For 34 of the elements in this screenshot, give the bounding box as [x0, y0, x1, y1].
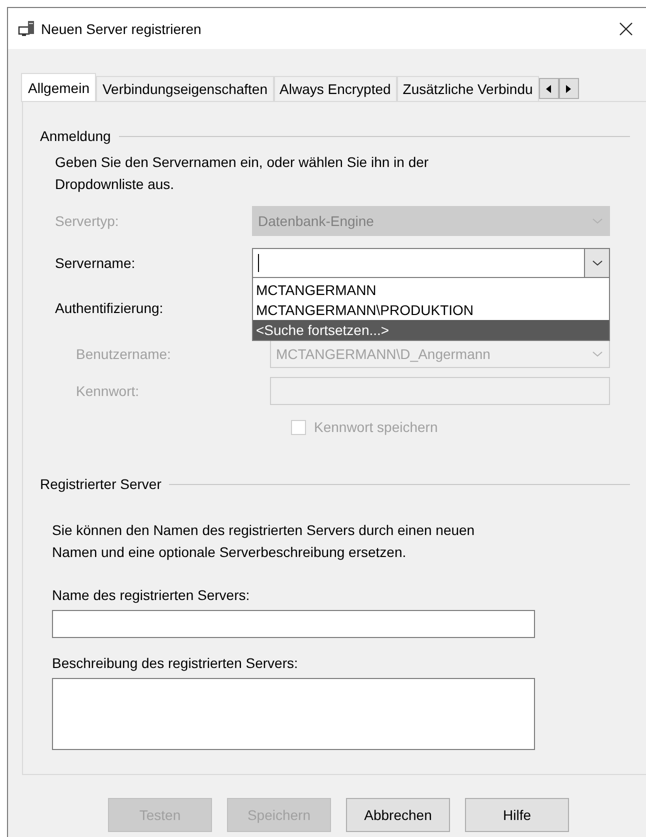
field-label: Name des registrierten Servers:	[52, 587, 251, 603]
field-label: Beschreibung des registrierten Servers:	[52, 655, 299, 671]
chevron-down-icon	[592, 351, 602, 357]
chevron-down-icon	[592, 260, 602, 266]
description-text: Geben Sie den Servernamen ein, oder wählen Sie ihn in der Dropdownliste aus.	[55, 153, 430, 194]
field-label: Benutzername:	[76, 346, 172, 362]
tab[interactable]: Verbindungseigenschaften	[96, 76, 274, 101]
dropdown-option[interactable]: MCTANGERMANN	[253, 280, 609, 300]
dialog-button[interactable]: Abbrechen	[346, 798, 450, 832]
group-heading: Registrierter Server	[40, 476, 162, 492]
field-label: Kennwort:	[76, 382, 140, 398]
scroll-right-button[interactable]	[558, 78, 579, 99]
server-icon	[18, 20, 35, 37]
tab[interactable]: Zusätzliche Verbindu	[396, 76, 539, 101]
close-icon	[619, 22, 633, 36]
chevron-down-icon	[592, 218, 602, 224]
input-field[interactable]	[52, 610, 535, 638]
field-label: Servertyp:	[55, 213, 120, 229]
scroll-left-button[interactable]	[538, 78, 559, 99]
field-label: Kennwort speichern	[314, 419, 438, 435]
tab[interactable]: Allgemein	[21, 73, 96, 102]
group-heading: Anmeldung	[40, 128, 111, 144]
dropdown-option[interactable]: <Suche fortsetzen...>	[253, 320, 609, 340]
right-arrow-icon	[566, 84, 572, 92]
text-area[interactable]	[52, 678, 535, 750]
combo-field[interactable]	[252, 248, 610, 278]
field-label: Servername:	[55, 255, 136, 271]
dropdown-option[interactable]: MCTANGERMANN\PRODUKTION	[253, 300, 609, 320]
window-title: Neuen Server registrieren	[41, 20, 202, 36]
left-arrow-icon	[546, 84, 552, 92]
tab[interactable]: Always Encrypted	[274, 76, 397, 101]
field-label: Authentifizierung:	[55, 300, 164, 316]
dialog-button[interactable]: Hilfe	[465, 798, 569, 832]
description-text: Sie können den Namen des registrierten Servers durch einen neuen Namen und eine optionale Serverbeschreibung ersetzen.	[52, 521, 476, 562]
